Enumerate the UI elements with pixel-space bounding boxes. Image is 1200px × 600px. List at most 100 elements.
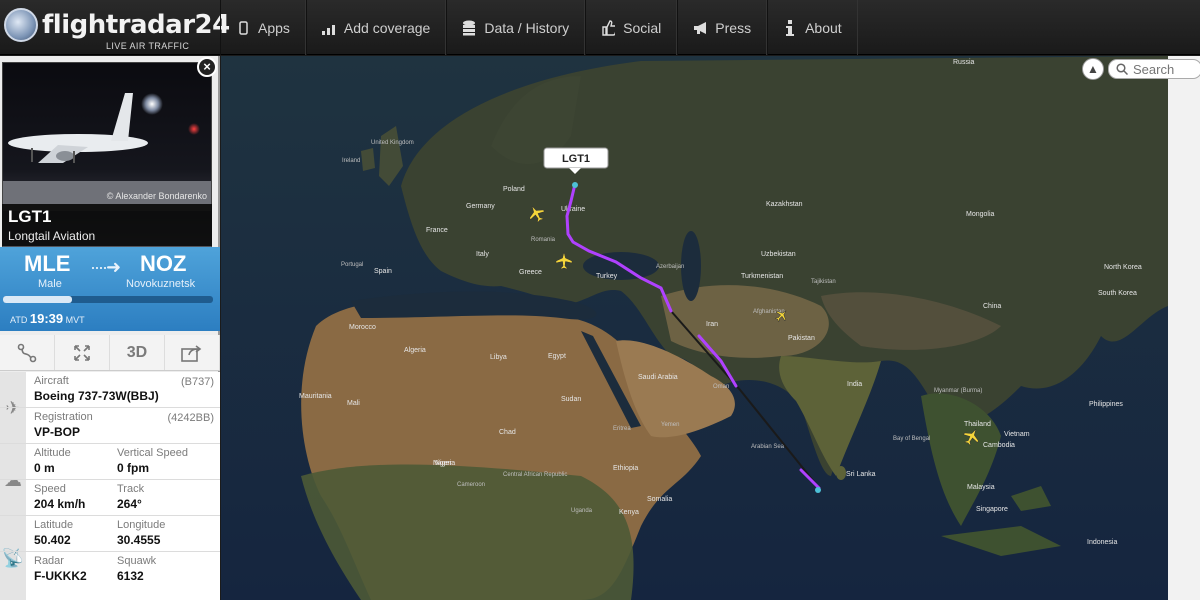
label-poland: Poland: [503, 186, 525, 193]
label-cameroon: Cameroon: [457, 482, 485, 488]
label-oman: Oman: [713, 384, 729, 390]
nav-press-label: Press: [715, 19, 752, 36]
callout-label: LGT1: [562, 153, 590, 165]
label-romania: Romania: [531, 237, 556, 243]
squawk-label: Squawk: [117, 555, 157, 567]
nav-about[interactable]: About: [767, 0, 858, 55]
flight-progress-fill: [3, 296, 73, 303]
label-thailand: Thailand: [964, 421, 991, 428]
registration-value: VP-BOP: [34, 425, 81, 439]
label-north-korea: North Korea: [1104, 264, 1142, 271]
info-icon: [783, 19, 797, 36]
label-mongolia: Mongolia: [966, 211, 995, 218]
map-view[interactable]: Russia Kazakhstan Mongolia China India E…: [221, 56, 1168, 600]
nav-social[interactable]: Social: [585, 0, 678, 55]
nav-data-history[interactable]: Data / History: [446, 0, 586, 55]
label-vietnam: Vietnam: [1004, 431, 1030, 438]
vertical-speed-value: 0 fpm: [117, 461, 150, 475]
destination-code[interactable]: NOZ: [140, 251, 186, 277]
position-row: Latitude 50.402 Longitude 30.4555: [0, 516, 220, 552]
label-libya: Libya: [490, 354, 507, 361]
nav-social-label: Social: [623, 19, 662, 36]
label-egypt: Egypt: [548, 353, 566, 360]
search-icon: [1116, 63, 1128, 75]
nav-add-coverage-label: Add coverage: [343, 19, 431, 36]
satellite-map: Russia Kazakhstan Mongolia China India E…: [221, 56, 1168, 600]
label-uganda: Uganda: [571, 508, 593, 514]
label-greece: Greece: [519, 269, 542, 276]
speed-label: Speed: [34, 483, 66, 495]
track-label: Track: [117, 483, 145, 495]
label-saudi-arabia: Saudi Arabia: [638, 374, 678, 381]
registration-label: Registration: [34, 411, 93, 423]
origin-code[interactable]: MLE: [24, 251, 70, 277]
flight-details: ✈ ☁ 📡 Aircraft (B737) Boeing 737-73W(BBJ…: [0, 372, 220, 600]
nav-apps[interactable]: Apps: [220, 0, 306, 55]
altitude-row: Altitude 0 m Vertical Speed 0 fpm: [0, 444, 220, 480]
radar-value: F-UKKK2: [34, 569, 87, 583]
departure-time: ATD 19:39 MVT: [10, 311, 85, 326]
current-position-marker: [572, 182, 578, 188]
flight-toolbar: 3D: [0, 335, 220, 371]
latitude-value: 50.402: [34, 533, 71, 547]
globe-logo-icon: [4, 8, 38, 42]
nav-data-history-label: Data / History: [484, 19, 570, 36]
destination-city: Novokuznetsk: [126, 278, 196, 290]
label-turkmenistan: Turkmenistan: [741, 273, 783, 280]
label-india: India: [847, 381, 862, 388]
label-philippines: Philippines: [1089, 401, 1123, 408]
longitude-label: Longitude: [117, 519, 166, 531]
top-navigation-bar: flightradar24 LIVE AIR TRAFFIC Apps Add …: [0, 0, 1200, 55]
brand-name: flightradar24: [42, 10, 230, 40]
flight-progress-bar: [3, 296, 213, 303]
origin-city: Male: [38, 278, 62, 290]
label-bay-of-bengal: Bay of Bengal: [893, 436, 930, 442]
label-pakistan: Pakistan: [788, 335, 815, 342]
3d-view-button[interactable]: 3D: [110, 335, 165, 370]
label-azerbaijan: Azerbaijan: [656, 264, 684, 270]
label-uzbekistan: Uzbekistan: [761, 251, 796, 258]
label-kazakhstan: Kazakhstan: [766, 201, 803, 208]
label-france: France: [426, 227, 448, 234]
atd-time: 19:39: [29, 311, 64, 326]
label-germany: Germany: [466, 203, 495, 210]
search-box: ▲: [1082, 57, 1200, 81]
route-arrow-icon: ····➜: [90, 257, 121, 277]
label-singapore: Singapore: [976, 506, 1008, 513]
label-ukraine: Ukraine: [561, 206, 585, 213]
share-icon[interactable]: [165, 335, 220, 370]
collapse-up-button[interactable]: ▲: [1082, 58, 1104, 80]
label-kenya: Kenya: [619, 509, 639, 516]
label-myanmar: Myanmar (Burma): [934, 388, 982, 394]
label-nigeria: Nigeria: [433, 460, 455, 467]
thumbs-up-icon: [601, 19, 616, 36]
registration-hex-code: (4242BB): [167, 412, 214, 424]
label-mauritania: Mauritania: [299, 393, 332, 400]
nav-press[interactable]: Press: [677, 0, 768, 55]
nav-add-coverage[interactable]: Add coverage: [305, 0, 447, 55]
logo[interactable]: flightradar24 LIVE AIR TRAFFIC: [4, 6, 230, 52]
beacon-light: [188, 123, 200, 135]
fullscreen-icon[interactable]: [55, 335, 110, 370]
radar-label: Radar: [34, 555, 64, 567]
track-value: 264°: [117, 497, 142, 511]
label-south-korea: South Korea: [1098, 290, 1137, 297]
route-icon[interactable]: [0, 335, 55, 370]
label-mali: Mali: [347, 400, 360, 407]
label-russia: Russia: [953, 59, 975, 66]
aircraft-type-code: (B737): [180, 376, 214, 388]
ireland-island: [361, 148, 375, 171]
label-arabian-sea: Arabian Sea: [751, 444, 785, 450]
speed-value: 204 km/h: [34, 497, 86, 511]
close-panel-button[interactable]: ×: [197, 57, 217, 77]
label-turkey: Turkey: [596, 273, 618, 280]
label-cambodia: Cambodia: [983, 442, 1015, 449]
map-scrollbar[interactable]: [1168, 56, 1200, 600]
brand-tagline: LIVE AIR TRAFFIC: [106, 41, 190, 51]
label-sudan: Sudan: [561, 396, 581, 403]
speed-row: Speed 204 km/h Track 264°: [0, 480, 220, 516]
label-spain: Spain: [374, 268, 392, 275]
label-algeria: Algeria: [404, 347, 426, 354]
squawk-value: 6132: [117, 569, 144, 583]
flight-callsign: LGT1: [8, 207, 52, 226]
